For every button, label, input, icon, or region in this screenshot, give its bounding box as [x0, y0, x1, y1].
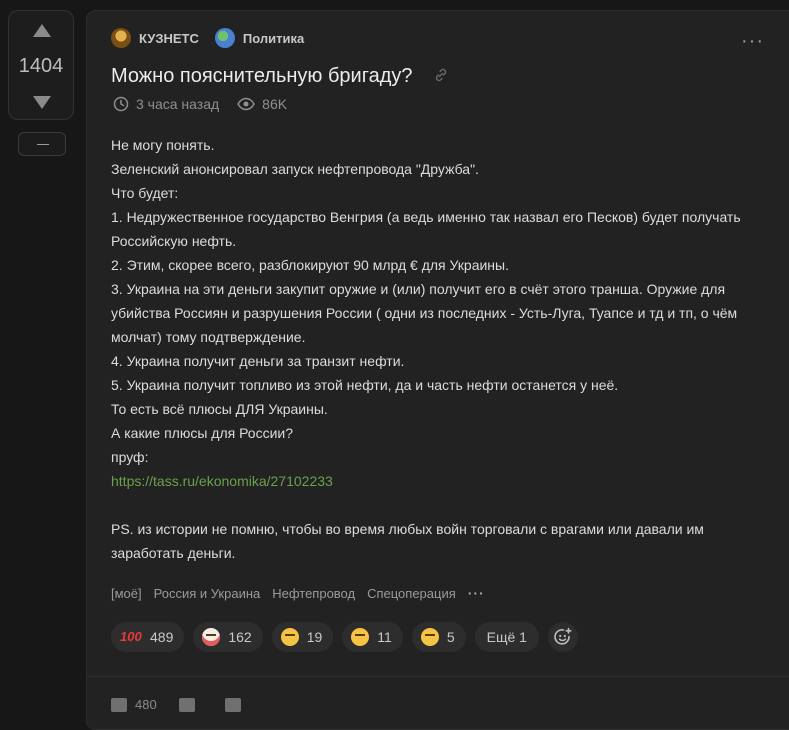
add-reaction-button[interactable]	[547, 622, 578, 652]
post-ps: PS. из истории не помню, чтобы во время …	[111, 521, 704, 561]
reaction-count: 489	[150, 629, 174, 645]
link-icon[interactable]	[433, 67, 449, 83]
clock-icon	[113, 96, 129, 112]
body-line: 3. Украина на эти деньги закупит оружие …	[111, 281, 738, 345]
body-line: 5. Украина получит топливо из этой нефти…	[111, 377, 619, 393]
tag[interactable]: Россия и Украина	[154, 586, 261, 601]
thinking-face-icon	[351, 628, 370, 646]
author-avatar[interactable]	[111, 28, 131, 48]
body-line: 2. Этим, скорее всего, разблокируют 90 м…	[111, 257, 509, 273]
post-actions: 480	[111, 697, 271, 712]
hundred-icon: 100	[120, 629, 142, 644]
views: 86K	[237, 96, 287, 112]
reaction-clown[interactable]: 162	[193, 622, 263, 652]
comments-button[interactable]: 480	[111, 697, 157, 712]
more-tags-icon[interactable]: ···	[468, 585, 485, 601]
laughing-face-icon	[280, 628, 299, 646]
comments-count: 480	[135, 697, 157, 712]
author-name[interactable]: КУЗНЕТС	[139, 31, 199, 46]
source-link[interactable]: https://tass.ru/ekonomika/27102233	[111, 473, 333, 489]
vote-count: 1404	[18, 55, 64, 77]
body-line: 1. Недружественное государство Венгрия (…	[111, 209, 741, 249]
eye-icon	[237, 97, 256, 111]
reaction-hundred[interactable]: 100 489	[111, 622, 185, 652]
reaction-sad[interactable]: 5	[411, 622, 466, 652]
collapse-button[interactable]	[18, 132, 66, 156]
post-meta: КУЗНЕТС Политика	[111, 27, 304, 49]
reaction-laughing[interactable]: 19	[271, 622, 334, 652]
body-line: Что будет:	[111, 185, 179, 201]
post-title[interactable]: Можно пояснительную бригаду?	[111, 65, 413, 88]
body-line: 4. Украина получит деньги за транзит неф…	[111, 353, 405, 369]
post-body: Не могу понять. Зеленский анонсировал за…	[111, 133, 771, 565]
reaction-count: 19	[306, 629, 323, 645]
minus-icon	[37, 144, 49, 145]
body-line: Не могу понять.	[111, 137, 215, 153]
tag[interactable]: [моё]	[111, 586, 142, 601]
reaction-count: 162	[228, 629, 252, 645]
tag[interactable]: Спецоперация	[367, 586, 456, 601]
more-reactions-button[interactable]: Ещё 1	[474, 622, 539, 652]
vote-panel: 1404	[8, 10, 74, 120]
reaction-thinking[interactable]: 11	[342, 622, 403, 652]
tag-list: [моё] Россия и Украина Нефтепровод Спецо…	[111, 585, 497, 601]
body-line: То есть всё плюсы ДЛЯ Украины.	[111, 401, 328, 417]
community-avatar[interactable]	[214, 28, 235, 48]
more-options-icon[interactable]: ···	[741, 31, 764, 51]
community-name[interactable]: Политика	[243, 31, 304, 46]
post-card: КУЗНЕТС Политика ··· Можно пояснительную…	[86, 10, 789, 730]
body-line: Зеленский анонсировал запуск нефтепровод…	[111, 161, 479, 177]
body-line: пруф:	[111, 449, 149, 465]
sad-face-icon	[420, 628, 439, 646]
views-count: 86K	[262, 96, 288, 112]
reaction-count: 11	[377, 629, 392, 645]
divider	[87, 676, 789, 677]
tag[interactable]: Нефтепровод	[272, 586, 355, 601]
reaction-count: 5	[446, 629, 455, 645]
reactions-bar: 100 489 162 19 11 5 Ещё 1	[111, 622, 578, 652]
downvote-arrow-icon[interactable]	[33, 96, 51, 109]
upvote-arrow-icon[interactable]	[33, 24, 51, 37]
post-time: 3 часа назад	[136, 96, 220, 112]
post-stats: 3 часа назад 86K	[113, 95, 287, 113]
body-line: А какие плюсы для России?	[111, 425, 294, 441]
clown-icon	[202, 628, 221, 646]
add-emoji-icon	[554, 627, 572, 645]
